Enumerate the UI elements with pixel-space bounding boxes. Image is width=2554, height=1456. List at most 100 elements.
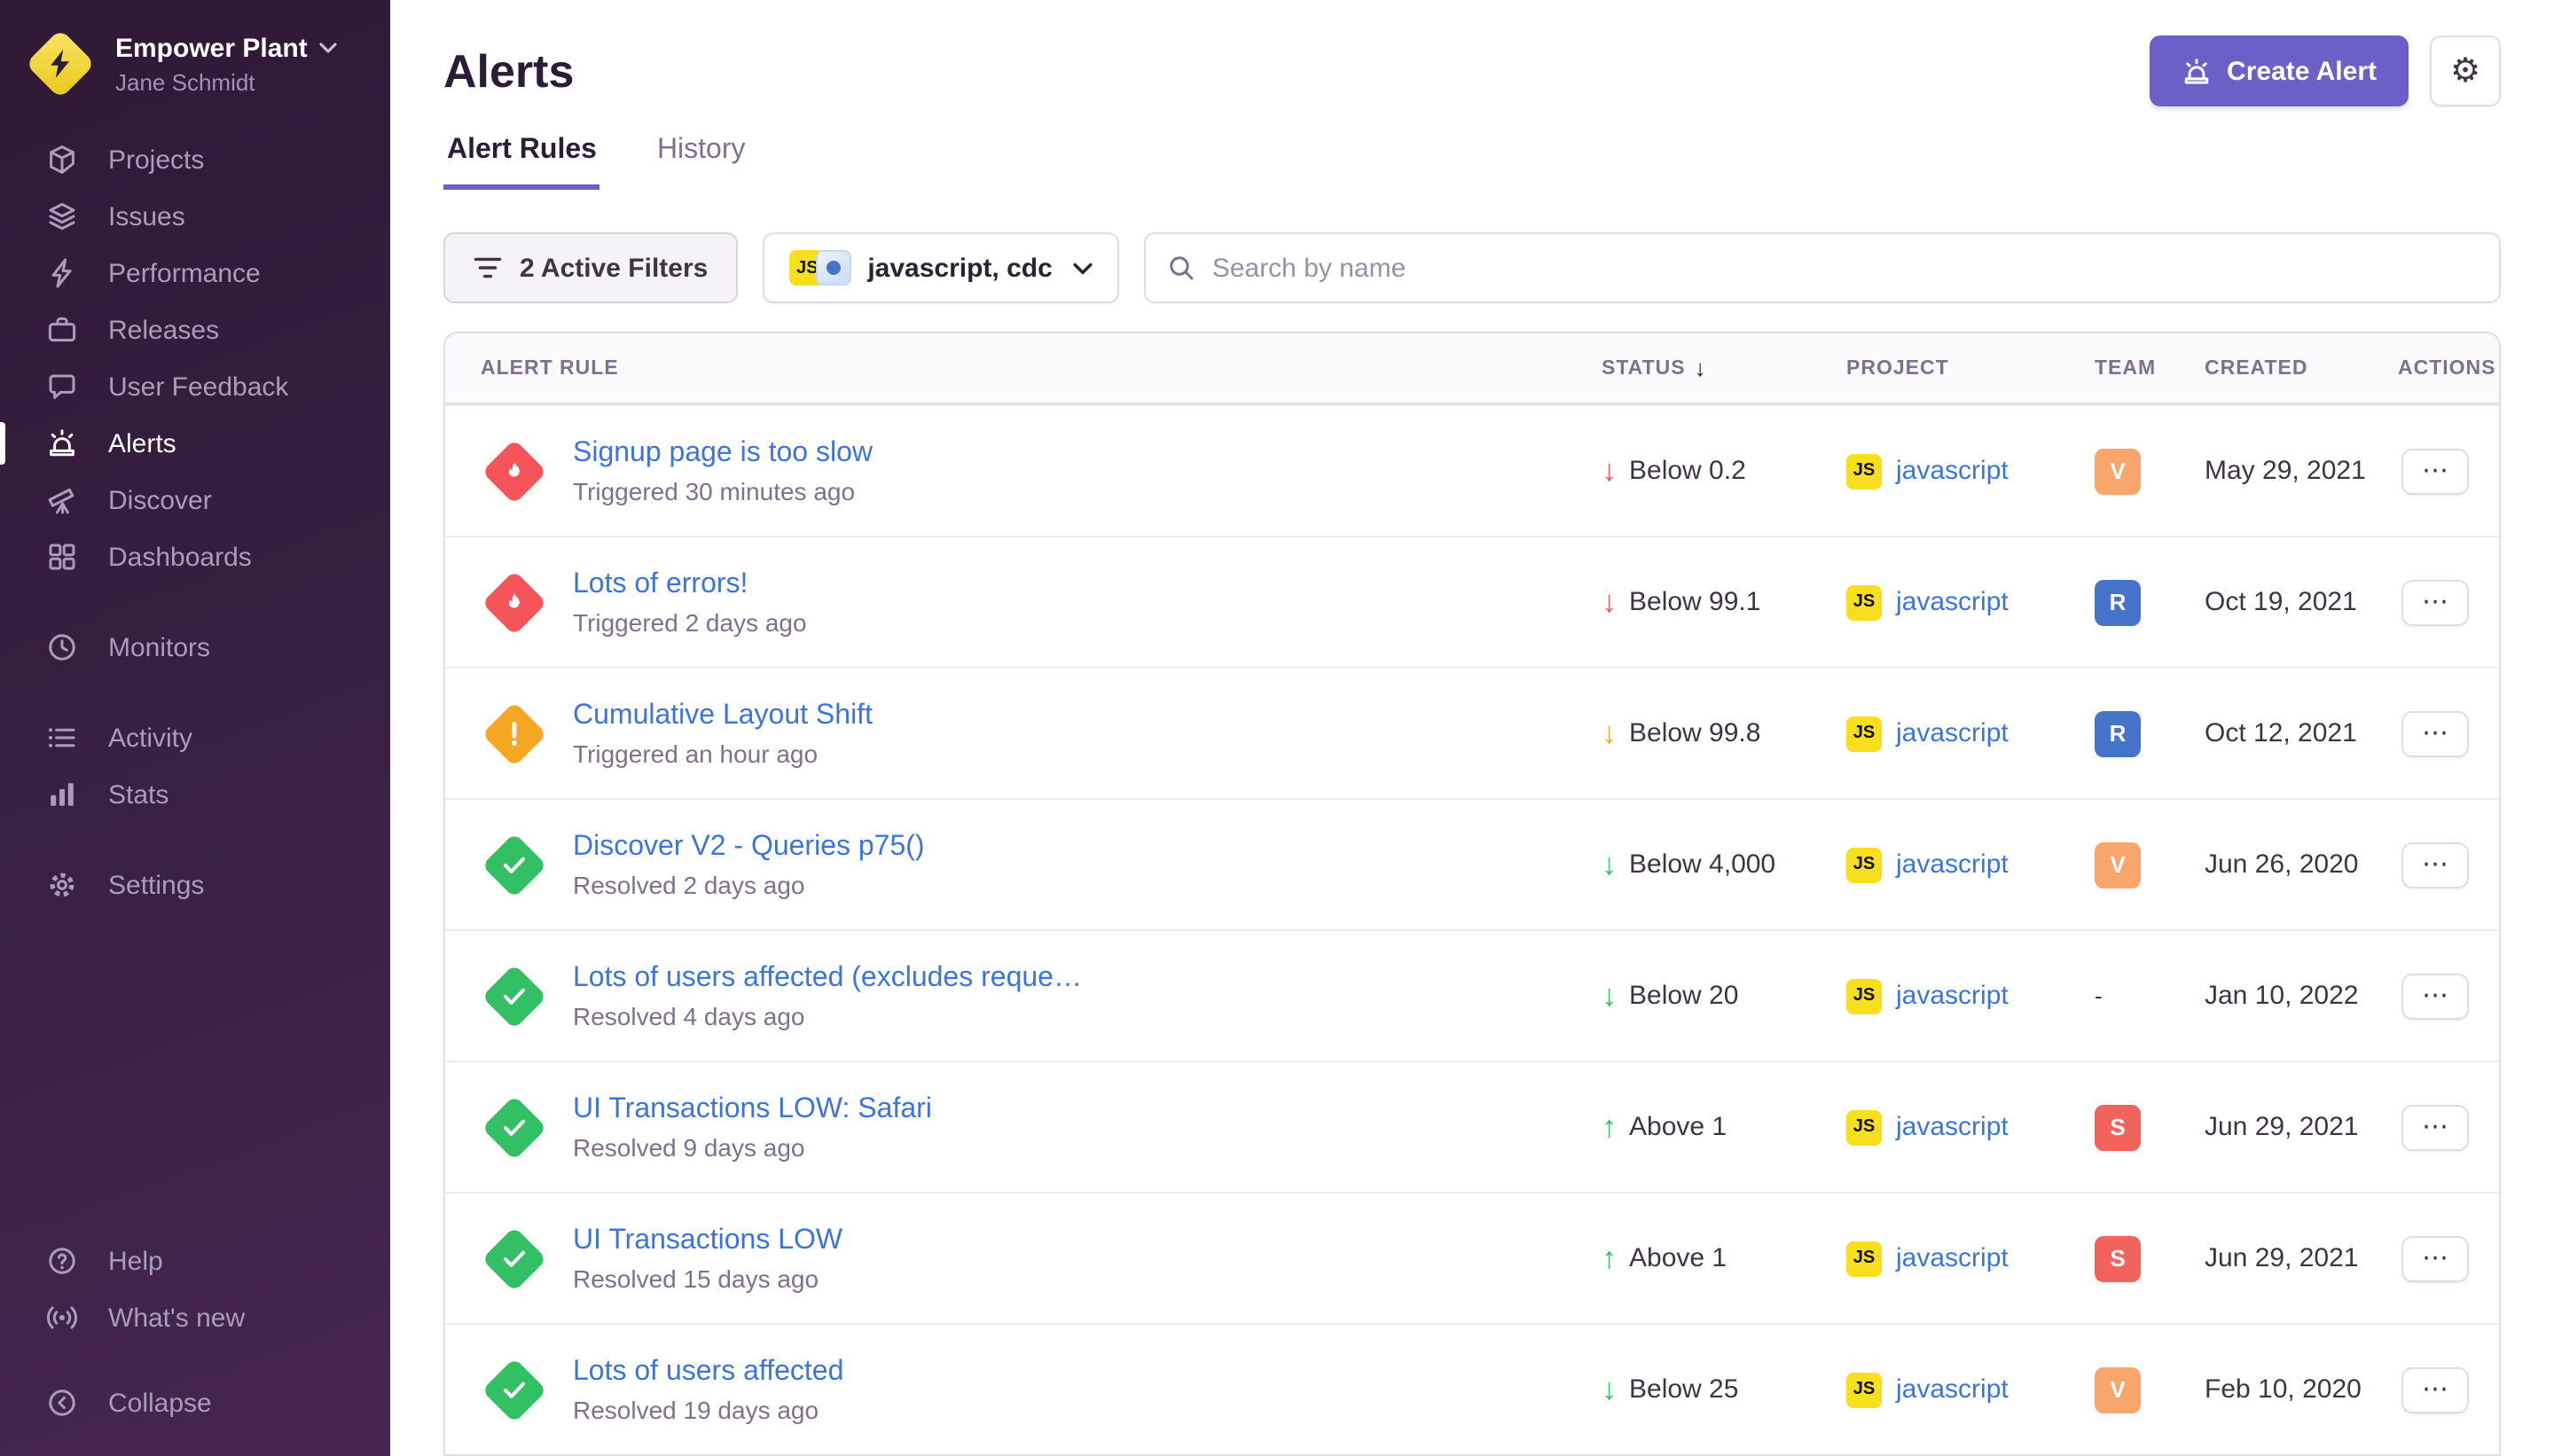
alert-rule-link[interactable]: Lots of users affected (excludes reque… bbox=[573, 962, 1082, 994]
project-link[interactable]: javascript bbox=[1896, 718, 2009, 748]
status-cell: ↓ Below 99.8 bbox=[1577, 718, 1821, 748]
status-value: Below 4,000 bbox=[1629, 849, 1775, 880]
created-date: Jun 26, 2020 bbox=[2180, 849, 2373, 880]
created-date: Feb 10, 2020 bbox=[2180, 1374, 2373, 1405]
chevron-left-circle-icon bbox=[46, 1387, 78, 1419]
tab-history[interactable]: History bbox=[654, 135, 749, 190]
alert-rule-link[interactable]: UI Transactions LOW bbox=[573, 1225, 842, 1256]
alert-rule-link[interactable]: Cumulative Layout Shift bbox=[573, 700, 873, 732]
alert-rule-link[interactable]: Discover V2 - Queries p75() bbox=[573, 831, 925, 863]
sidebar-item-releases[interactable]: Releases bbox=[0, 301, 390, 358]
javascript-platform-icon: JS bbox=[1846, 978, 1882, 1014]
active-filters-button[interactable]: 2 Active Filters bbox=[443, 232, 738, 303]
sidebar-item-label: Releases bbox=[108, 315, 219, 345]
table-row: UI Transactions LOW: Safari Resolved 9 d… bbox=[445, 1061, 2499, 1192]
status-value: Above 1 bbox=[1629, 1112, 1727, 1142]
check-icon bbox=[503, 1381, 526, 1398]
search-input[interactable] bbox=[1212, 253, 2478, 283]
sidebar-item-activity[interactable]: Activity bbox=[0, 709, 390, 766]
project-filter-dropdown[interactable]: JS javascript, cdc bbox=[763, 232, 1119, 303]
sidebar-item-monitors[interactable]: Monitors bbox=[0, 619, 390, 676]
tab-bar: Alert Rules History bbox=[390, 135, 2554, 190]
sidebar-item-user-feedback[interactable]: User Feedback bbox=[0, 358, 390, 415]
sidebar-item-projects[interactable]: Projects bbox=[0, 131, 390, 188]
project-link[interactable]: javascript bbox=[1896, 849, 2009, 880]
alert-rule-link[interactable]: UI Transactions LOW: Safari bbox=[573, 1093, 932, 1125]
javascript-platform-icon: JS bbox=[1846, 847, 1882, 882]
alert-rule-link[interactable]: Signup page is too slow bbox=[573, 437, 873, 469]
team-avatar: V bbox=[2095, 1366, 2141, 1413]
projects-icon bbox=[46, 144, 78, 176]
row-actions-button[interactable]: ⋯ bbox=[2401, 973, 2469, 1019]
trend-arrow-icon: ↓ bbox=[1602, 1374, 1617, 1405]
sidebar-item-alerts[interactable]: Alerts bbox=[0, 415, 390, 472]
row-actions-button[interactable]: ⋯ bbox=[2401, 448, 2469, 494]
row-actions-button[interactable]: ⋯ bbox=[2401, 842, 2469, 888]
javascript-platform-icon: JS bbox=[1846, 716, 1882, 751]
row-actions-button[interactable]: ⋯ bbox=[2401, 579, 2469, 625]
sidebar-item-settings[interactable]: Settings bbox=[0, 857, 390, 913]
alert-severity-icon bbox=[481, 1225, 548, 1292]
chevron-down-icon bbox=[320, 43, 338, 53]
alert-severity-icon bbox=[481, 568, 548, 636]
trend-arrow-icon: ↑ bbox=[1602, 1243, 1617, 1273]
status-value: Below 20 bbox=[1629, 981, 1738, 1011]
search-box bbox=[1145, 232, 2501, 303]
tab-alert-rules[interactable]: Alert Rules bbox=[443, 135, 600, 190]
sidebar-item-whats-new[interactable]: What's new bbox=[0, 1289, 390, 1346]
project-link[interactable]: javascript bbox=[1896, 1374, 2009, 1405]
row-actions-button[interactable]: ⋯ bbox=[2401, 710, 2469, 756]
row-actions-button[interactable]: ⋯ bbox=[2401, 1104, 2469, 1150]
bar-chart-icon bbox=[46, 779, 78, 810]
sidebar-item-label: Performance bbox=[108, 258, 261, 288]
table-row: Lots of errors! Triggered 2 days ago ↓ B… bbox=[445, 536, 2499, 667]
table-row: Lots of users affected (excludes reque… … bbox=[445, 929, 2499, 1061]
javascript-platform-icon: JS bbox=[1846, 1241, 1882, 1276]
row-actions-button[interactable]: ⋯ bbox=[2401, 1366, 2469, 1413]
column-header-alert-rule: ALERT RULE bbox=[445, 357, 1577, 379]
sidebar-item-performance[interactable]: Performance bbox=[0, 245, 390, 301]
sidebar-item-collapse[interactable]: Collapse bbox=[0, 1374, 390, 1431]
project-link[interactable]: javascript bbox=[1896, 456, 2009, 486]
create-alert-button[interactable]: Create Alert bbox=[2149, 35, 2409, 106]
broadcast-icon bbox=[46, 1302, 78, 1334]
team-avatar: R bbox=[2095, 579, 2141, 625]
alert-rule-link[interactable]: Lots of users affected bbox=[573, 1356, 843, 1388]
sidebar-item-discover[interactable]: Discover bbox=[0, 472, 390, 528]
row-actions-button[interactable]: ⋯ bbox=[2401, 1235, 2469, 1281]
project-link[interactable]: javascript bbox=[1896, 1243, 2009, 1273]
cdc-platform-icon bbox=[816, 250, 851, 286]
project-link[interactable]: javascript bbox=[1896, 587, 2009, 617]
alert-rule-detail: Resolved 9 days ago bbox=[573, 1132, 932, 1161]
sidebar-nav: Projects Issues Performance Releases Use… bbox=[0, 110, 390, 913]
sidebar-item-label: What's new bbox=[108, 1303, 245, 1333]
project-link[interactable]: javascript bbox=[1896, 981, 2009, 1011]
sidebar-item-dashboards[interactable]: Dashboards bbox=[0, 528, 390, 585]
list-icon bbox=[46, 722, 78, 754]
exclamation-icon bbox=[510, 721, 519, 746]
sidebar-item-help[interactable]: Help bbox=[0, 1233, 390, 1289]
created-date: May 29, 2021 bbox=[2180, 456, 2373, 486]
org-switcher[interactable]: Empower Plant Jane Schmidt bbox=[0, 25, 390, 110]
settings-button[interactable]: ⚙ bbox=[2430, 35, 2501, 106]
sidebar-item-issues[interactable]: Issues bbox=[0, 188, 390, 245]
sidebar-item-stats[interactable]: Stats bbox=[0, 766, 390, 823]
team-avatar: R bbox=[2095, 710, 2141, 756]
performance-icon bbox=[46, 257, 78, 289]
sidebar-item-label: Issues bbox=[108, 201, 185, 231]
team-avatar: S bbox=[2095, 1104, 2141, 1150]
sort-desc-icon: ↓ bbox=[1695, 355, 1707, 381]
question-circle-icon bbox=[46, 1245, 78, 1277]
alert-severity-icon bbox=[481, 1093, 548, 1161]
project-link[interactable]: javascript bbox=[1896, 1112, 2009, 1142]
status-cell: ↓ Below 20 bbox=[1577, 981, 1821, 1011]
gear-icon: ⚙ bbox=[2450, 54, 2480, 88]
alert-rule-link[interactable]: Lots of errors! bbox=[573, 568, 807, 600]
alerts-table: ALERT RULE STATUS ↓ PROJECT TEAM CREATED… bbox=[443, 332, 2501, 1456]
siren-icon bbox=[46, 427, 78, 459]
sidebar-item-label: Monitors bbox=[108, 632, 210, 662]
status-cell: ↓ Below 0.2 bbox=[1577, 456, 1821, 486]
trend-arrow-icon: ↓ bbox=[1602, 718, 1617, 748]
alert-rule-detail: Triggered 2 days ago bbox=[573, 607, 807, 636]
column-header-status[interactable]: STATUS ↓ bbox=[1577, 355, 1821, 381]
